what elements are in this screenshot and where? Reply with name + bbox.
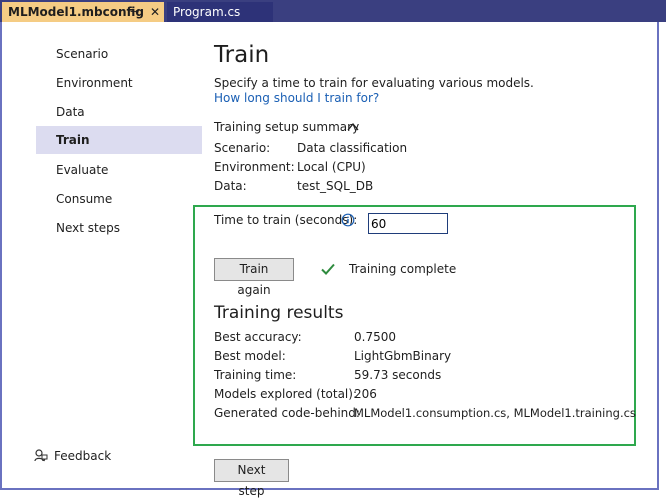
sidebar-item-train[interactable]: Train	[36, 126, 202, 154]
checkmark-icon	[321, 263, 335, 275]
summary-value: Local (CPU)	[297, 160, 366, 174]
summary-toggle[interactable]: Training setup summary	[214, 120, 359, 134]
result-key: Training time:	[214, 368, 297, 382]
pin-icon[interactable]: ⊸	[130, 2, 139, 22]
time-to-train-label: Time to train (seconds):	[214, 213, 358, 227]
close-icon[interactable]: ✕	[150, 2, 160, 22]
result-key: Best model:	[214, 349, 286, 363]
document-tab-strip: MLModel1.mbconfig ⊸ ✕ Program.cs	[0, 0, 666, 22]
feedback-icon	[34, 449, 48, 462]
summary-value: Data classification	[297, 141, 408, 155]
summary-key: Scenario:	[214, 141, 271, 155]
result-value: 206	[354, 387, 377, 401]
result-key: Best accuracy:	[214, 330, 302, 344]
result-value: MLModel1.consumption.cs, MLModel1.traini…	[354, 406, 636, 420]
sidebar-item-data[interactable]: Data	[36, 98, 202, 126]
summary-key: Environment:	[214, 160, 295, 174]
summary-value: test_SQL_DB	[297, 179, 374, 193]
training-results-heading: Training results	[214, 303, 344, 323]
sidebar-item-environment[interactable]: Environment	[36, 69, 202, 97]
page-subtitle: Specify a time to train for evaluating v…	[214, 76, 534, 90]
page-title: Train	[214, 42, 270, 68]
result-value: 59.73 seconds	[354, 368, 442, 382]
training-status: Training complete	[349, 262, 457, 276]
result-key: Models explored (total):	[214, 387, 357, 401]
bottom-gutter	[0, 490, 666, 498]
result-value: 0.7500	[354, 330, 396, 344]
chevron-up-icon	[347, 122, 359, 131]
tab-label: Program.cs	[173, 5, 241, 19]
sidebar-item-scenario[interactable]: Scenario	[36, 40, 202, 68]
tab-mlmodel-mbconfig[interactable]: MLModel1.mbconfig ⊸ ✕	[2, 2, 164, 22]
sidebar-item-consume[interactable]: Consume	[36, 185, 202, 213]
result-key: Generated code-behind:	[214, 406, 360, 420]
right-gutter	[659, 22, 666, 498]
info-icon[interactable]	[341, 213, 355, 227]
help-link[interactable]: How long should I train for?	[214, 91, 379, 105]
tab-label: MLModel1.mbconfig	[8, 5, 145, 19]
summary-heading: Training setup summary	[214, 120, 360, 134]
sidebar-item-evaluate[interactable]: Evaluate	[36, 156, 202, 184]
result-value: LightGbmBinary	[354, 349, 452, 363]
next-step-button[interactable]: Next step	[214, 459, 289, 498]
tab-program-cs[interactable]: Program.cs	[167, 2, 273, 22]
sidebar-item-next-steps[interactable]: Next steps	[36, 214, 202, 242]
summary-key: Data:	[214, 179, 247, 193]
train-again-button[interactable]: Train again	[214, 258, 294, 297]
time-to-train-input[interactable]	[368, 213, 448, 234]
feedback-label: Feedback	[54, 449, 112, 463]
